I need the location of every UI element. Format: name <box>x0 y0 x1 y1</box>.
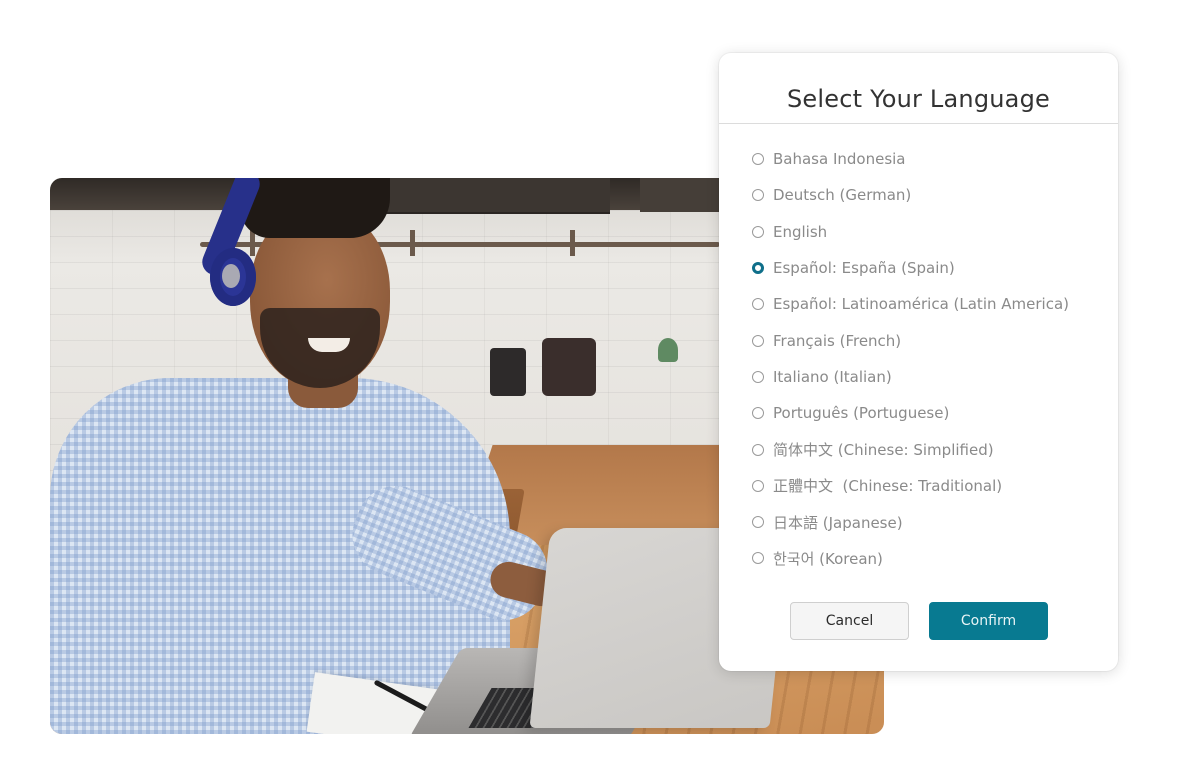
radio-unchecked-icon[interactable] <box>752 479 764 492</box>
photo-coffee-maker <box>542 338 596 396</box>
radio-unchecked-icon[interactable] <box>752 189 764 202</box>
language-option-label: Español: España (Spain) <box>773 259 955 278</box>
language-option-espanol-latinoamerica[interactable]: Español: Latinoamérica (Latin America) <box>752 286 1069 322</box>
cancel-button[interactable]: Cancel <box>790 602 909 640</box>
language-option-label: 日本語 (Japanese) <box>773 513 903 532</box>
language-option-deutsch[interactable]: Deutsch (German) <box>752 177 1069 213</box>
photo-person-hair <box>240 178 390 238</box>
language-option-label: 简体中文 (Chinese: Simplified) <box>773 441 994 460</box>
language-option-label: English <box>773 222 828 241</box>
radio-checked-icon[interactable] <box>752 262 764 275</box>
language-option-label: Bahasa Indonesia <box>773 150 906 169</box>
language-option-francais[interactable]: Français (French) <box>752 322 1069 358</box>
language-dialog: Select Your Language Bahasa Indonesia De… <box>719 53 1118 671</box>
photo-hook <box>570 230 575 256</box>
photo-plant <box>658 338 678 362</box>
dialog-divider <box>719 123 1118 124</box>
radio-unchecked-icon[interactable] <box>752 407 764 420</box>
language-option-label: 한국어 (Korean) <box>773 549 883 568</box>
radio-unchecked-icon[interactable] <box>752 225 764 238</box>
language-option-label: Deutsch (German) <box>773 186 912 205</box>
language-option-japanese[interactable]: 日本語 (Japanese) <box>752 504 1069 540</box>
language-option-label: Español: Latinoamérica (Latin America) <box>773 295 1069 314</box>
language-option-chinese-traditional[interactable]: 正體中文 (Chinese: Traditional) <box>752 468 1069 504</box>
language-option-korean[interactable]: 한국어 (Korean) <box>752 540 1069 576</box>
language-option-italiano[interactable]: Italiano (Italian) <box>752 359 1069 395</box>
photo-cabinet <box>380 178 610 214</box>
radio-unchecked-icon[interactable] <box>752 552 764 565</box>
language-option-espanol-espana[interactable]: Español: España (Spain) <box>752 250 1069 286</box>
radio-unchecked-icon[interactable] <box>752 334 764 347</box>
language-option-label: 正體中文 (Chinese: Traditional) <box>773 477 1003 496</box>
dialog-title: Select Your Language <box>787 85 1050 113</box>
language-option-label: Italiano (Italian) <box>773 367 892 386</box>
language-option-portugues[interactable]: Português (Portuguese) <box>752 395 1069 431</box>
radio-unchecked-icon[interactable] <box>752 298 764 311</box>
language-option-chinese-simplified[interactable]: 简体中文 (Chinese: Simplified) <box>752 431 1069 467</box>
headphones-earcup <box>210 248 256 306</box>
radio-unchecked-icon[interactable] <box>752 370 764 383</box>
language-option-bahasa-indonesia[interactable]: Bahasa Indonesia <box>752 141 1069 177</box>
radio-unchecked-icon[interactable] <box>752 153 764 166</box>
page: Select Your Language Bahasa Indonesia De… <box>0 0 1200 781</box>
photo-hook <box>410 230 415 256</box>
radio-unchecked-icon[interactable] <box>752 443 764 456</box>
language-options: Bahasa Indonesia Deutsch (German) Englis… <box>752 141 1069 577</box>
language-option-label: Français (French) <box>773 331 902 350</box>
language-option-english[interactable]: English <box>752 214 1069 250</box>
language-option-label: Português (Portuguese) <box>773 404 950 423</box>
photo-kettle <box>490 348 526 396</box>
confirm-button[interactable]: Confirm <box>929 602 1048 640</box>
radio-unchecked-icon[interactable] <box>752 516 764 529</box>
